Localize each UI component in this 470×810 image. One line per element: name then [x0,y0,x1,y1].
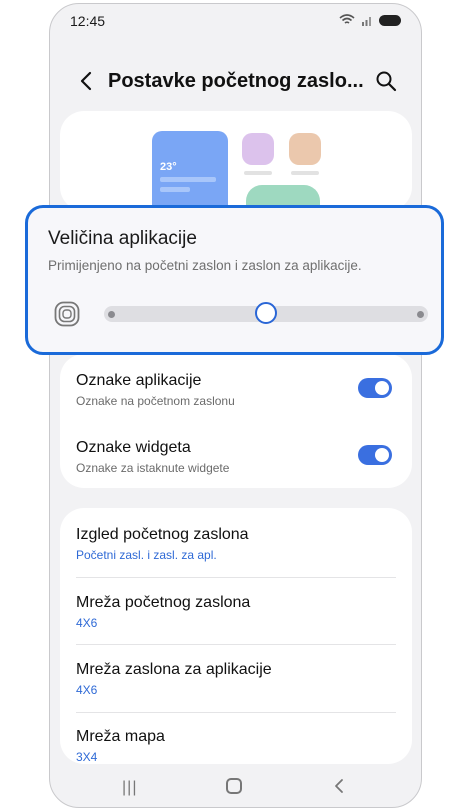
toggle-title: Oznake aplikacije [76,372,202,389]
preview-app-icon [242,133,274,165]
toggle-row-widget-labels[interactable]: Oznake widgeta Oznake za istaknute widge… [76,439,396,475]
phone-frame: 12:45 Postavke početnog zaslo... 23° Ozn… [49,3,422,808]
wifi-icon [339,14,355,24]
app-size-slider[interactable] [104,302,428,324]
battery-icon [379,14,401,26]
nav-back-icon[interactable] [330,777,348,795]
page-title: Postavke početnog zaslo... [108,70,364,92]
status-time: 12:45 [70,13,106,29]
list-item-title: Mreža mapa [76,728,165,745]
preview-app-icon [289,133,321,165]
nav-recents-icon[interactable]: ||| [122,779,137,797]
list-item-value: Početni zasl. i zasl. za apl. [76,548,217,562]
preview-weather-temp: 23° [160,161,177,173]
list-item-home-grid[interactable]: Mreža početnog zaslona 4X6 [76,594,396,630]
divider [76,644,396,645]
preview-weather-widget: 23° [152,131,228,211]
list-item-title: Mreža početnog zaslona [76,594,251,611]
toggle-subtitle: Oznake za istaknute widgete [76,461,230,475]
signal-icon [362,16,371,26]
preview-app-label [244,171,272,175]
toggle-row-app-labels[interactable]: Oznake aplikacije Oznake na početnom zas… [76,372,396,408]
slider-thumb[interactable] [255,302,277,324]
app-labels-toggle[interactable] [358,378,392,398]
divider [76,577,396,578]
popup-title: Veličina aplikacije [48,228,197,249]
preview-line [160,177,216,182]
preview-line [160,187,190,192]
slider-step-dot [108,311,115,318]
search-icon[interactable] [375,70,397,92]
widget-labels-toggle[interactable] [358,445,392,465]
list-item-apps-grid[interactable]: Mreža zaslona za aplikacije 4X6 [76,661,396,697]
home-screen-preview: 23° [60,111,412,211]
divider [76,712,396,713]
slider-step-dot [417,311,424,318]
list-item-title: Mreža zaslona za aplikacije [76,661,272,678]
list-item-title: Izgled početnog zaslona [76,526,249,543]
popup-subtitle: Primijenjeno na početni zaslon i zaslon … [48,258,362,273]
back-arrow-icon[interactable] [76,70,98,92]
navigation-bar: ||| [50,769,421,805]
list-item-value: 4X6 [76,683,98,697]
header: Postavke početnog zaslo... [50,56,421,106]
list-item-value: 3X4 [76,750,98,764]
app-size-icon [54,301,80,327]
list-item-home-layout[interactable]: Izgled početnog zaslona Početni zasl. i … [76,526,396,562]
nav-home-icon[interactable] [226,778,242,794]
toggle-subtitle: Oznake na početnom zaslonu [76,394,235,408]
preview-app-label [291,171,319,175]
toggle-title: Oznake widgeta [76,439,191,456]
status-bar: 12:45 [50,4,421,38]
labels-card: Oznake aplikacije Oznake na početnom zas… [60,354,412,488]
app-size-popup: Veličina aplikacije Primijenjeno na poče… [25,205,444,355]
layout-settings-card: Izgled početnog zaslona Početni zasl. i … [60,508,412,764]
list-item-folder-grid[interactable]: Mreža mapa 3X4 [76,728,396,764]
list-item-value: 4X6 [76,616,98,630]
status-icons [339,14,401,26]
